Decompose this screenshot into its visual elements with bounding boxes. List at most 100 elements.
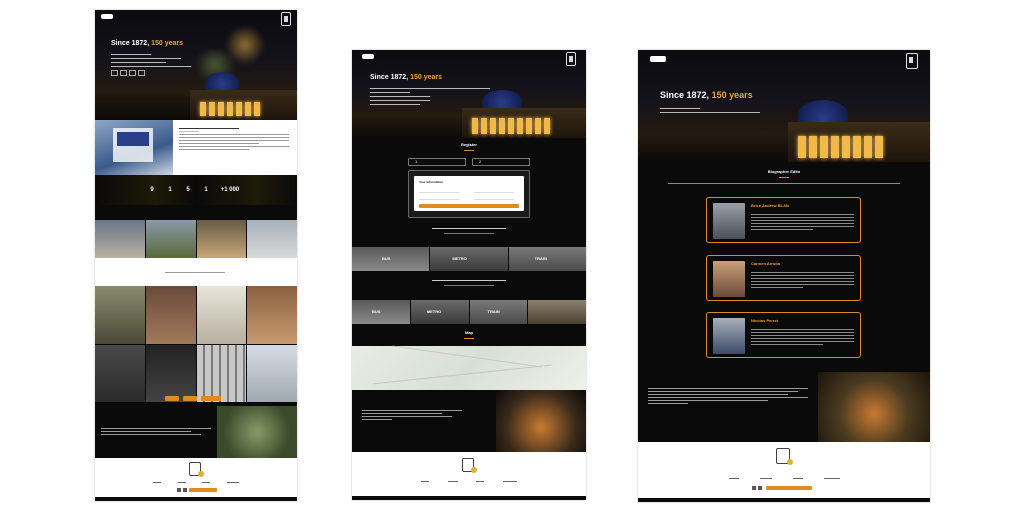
aerial-photo [818, 372, 930, 442]
footer-links [145, 482, 247, 483]
footer-link[interactable] [226, 482, 239, 483]
program-photo[interactable] [145, 220, 196, 258]
footer-link[interactable] [759, 478, 772, 479]
transport-bus-photo[interactable]: BUS [352, 247, 430, 271]
footer-logo-icon [462, 458, 477, 473]
page-preview-register: Since 1872, 150 years Register 1 2 Your … [352, 50, 586, 500]
hero-section: Since 1872, 150 years [352, 50, 586, 138]
hero-title-accent: 150 years [410, 74, 443, 81]
page-preview-home: Since 1872, 150 years 9 1 5 1 +1 000 [95, 10, 297, 501]
transport-label: TRAIN [534, 256, 547, 261]
step-1[interactable]: 1 [408, 158, 466, 166]
filter-button[interactable] [165, 396, 179, 401]
transport-label: METRO [426, 309, 442, 314]
footer-link[interactable] [476, 481, 485, 482]
register-title: Register [460, 142, 477, 147]
footer-logo-icon [776, 448, 793, 465]
footer-link[interactable] [153, 482, 162, 483]
program-gallery [95, 220, 297, 258]
about-section [95, 120, 297, 175]
speaker-card[interactable]: Brice Andrew BLAN [706, 197, 861, 243]
form-field[interactable] [419, 197, 459, 200]
form-field[interactable] [474, 197, 514, 200]
access-title-2 [432, 280, 506, 281]
stat-value: 5 [186, 187, 190, 193]
program-photo[interactable] [196, 220, 247, 258]
transport-metro-photo[interactable]: METRO [410, 300, 469, 324]
logo-icon [906, 53, 918, 69]
footer-link[interactable] [823, 478, 840, 479]
form-submit-button[interactable] [419, 204, 519, 208]
step-2[interactable]: 2 [472, 158, 530, 166]
footer-link[interactable] [728, 478, 739, 479]
transport-strip-1: BUS METRO TRAIN [352, 247, 586, 271]
speaker-photo [713, 203, 745, 239]
language-button[interactable] [650, 56, 666, 62]
aerial-photo [496, 390, 586, 452]
transport-label: TRAIN [487, 309, 500, 314]
access-title [432, 228, 506, 229]
white-band [95, 258, 297, 286]
speaker-name: Carmen Arroda [751, 261, 780, 266]
transport-metro-photo[interactable]: METRO [430, 247, 508, 271]
youtube-icon[interactable] [758, 486, 762, 490]
stats-section: 9 1 5 1 +1 000 [95, 175, 297, 205]
speaker-bio [751, 214, 854, 232]
biographies-title: Biographer Edito [767, 169, 801, 174]
footer [95, 458, 297, 501]
footer-link[interactable] [202, 482, 211, 483]
hero-intro-text [370, 88, 490, 108]
speaker-card[interactable]: Carmen Arroda [706, 255, 861, 301]
filter-button[interactable] [183, 396, 197, 401]
step-number: 1 [415, 159, 418, 164]
speaker-bio [751, 272, 854, 290]
form-title: Your information [419, 180, 443, 184]
hero-title-prefix: Since 1872, [370, 74, 409, 81]
program-photo[interactable] [95, 220, 145, 258]
transport-train-photo[interactable]: TRAIN [508, 247, 586, 271]
mosaic-buttons [165, 396, 221, 401]
footer-link[interactable] [792, 478, 803, 479]
footer-links [412, 481, 526, 482]
transport-car-photo[interactable] [528, 300, 586, 324]
filter-button[interactable] [201, 396, 221, 401]
hero-section: Since 1872, 150 years [95, 10, 297, 120]
transport-label: METRO [452, 256, 467, 261]
stat-value: 1 [204, 187, 208, 193]
speaker-card[interactable]: Nicolas Perret [706, 312, 861, 358]
register-steps: 1 2 [408, 158, 530, 166]
logo-icon [566, 52, 576, 66]
language-button[interactable] [101, 14, 113, 19]
hero-title: Since 1872, 150 years [111, 40, 183, 47]
program-photo[interactable] [247, 220, 297, 258]
hero-title: Since 1872, 150 years [660, 90, 753, 100]
footer-link[interactable] [177, 482, 186, 483]
hero-intro-text [660, 108, 760, 116]
footer-cta-button[interactable] [766, 486, 812, 490]
transport-label: BUS [372, 309, 381, 314]
transport-bus-photo[interactable]: BUS [352, 300, 410, 324]
logo-icon [281, 12, 291, 26]
footer-link[interactable] [421, 481, 430, 482]
biographies-intro [668, 183, 900, 184]
form-field[interactable] [419, 190, 459, 193]
footer-cta-button[interactable] [189, 488, 217, 492]
footer-link[interactable] [502, 481, 517, 482]
youtube-icon[interactable] [183, 488, 187, 492]
map-embed[interactable] [352, 345, 586, 390]
transport-train-photo[interactable]: TRAIN [469, 300, 528, 324]
hero-intro-text [111, 54, 191, 70]
practical-info [95, 406, 297, 458]
stat-value: +1 000 [220, 187, 240, 193]
form-field[interactable] [474, 190, 514, 193]
stat-value: 1 [168, 187, 172, 193]
hero-title-accent: 150 years [711, 90, 753, 100]
hero-title: Since 1872, 150 years [370, 74, 442, 81]
linkedin-icon[interactable] [752, 486, 756, 490]
map-title: Map [465, 330, 473, 335]
footer-link[interactable] [447, 481, 458, 482]
transport-label: BUS [382, 256, 391, 261]
language-button[interactable] [362, 54, 374, 59]
linkedin-icon[interactable] [177, 488, 181, 492]
page-preview-speakers: Since 1872, 150 years Biographer Edito B… [638, 50, 930, 502]
